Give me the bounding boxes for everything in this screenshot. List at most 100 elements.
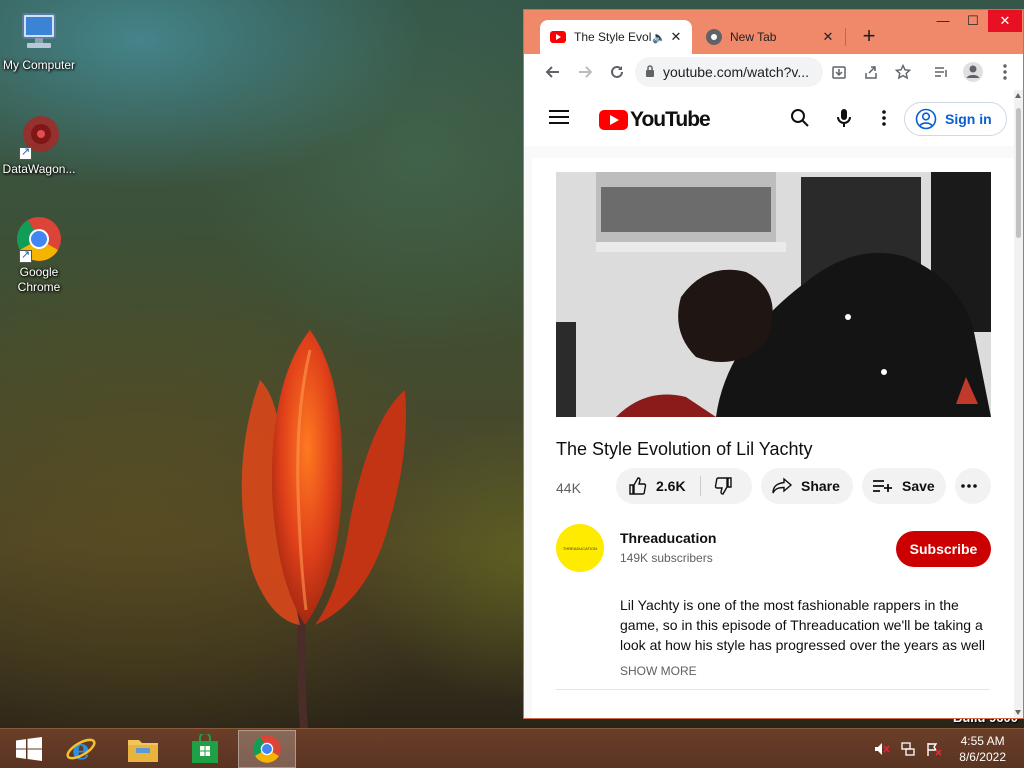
like-button[interactable]: 2.6K: [628, 476, 701, 496]
url-text: youtube.com/watch?v...: [663, 64, 810, 80]
account-icon: [915, 108, 937, 130]
forward-button[interactable]: [569, 56, 601, 88]
video-description: Lil Yachty is one of the most fashionabl…: [620, 597, 985, 653]
like-dislike-group: 2.6K: [616, 468, 752, 504]
save-button[interactable]: Save: [862, 468, 946, 504]
tab-title: New Tab: [730, 30, 777, 44]
internet-explorer-icon: e: [66, 733, 96, 765]
taskbar: e 4:55 AM 8/6/2022: [0, 728, 1024, 768]
desktop-icon-my-computer[interactable]: My Computer: [0, 8, 81, 73]
audio-playing-icon[interactable]: 🔈: [652, 31, 668, 44]
system-tray: 4:55 AM 8/6/2022: [871, 729, 1024, 768]
tab-youtube[interactable]: The Style Evolution of Lil Yachty 🔈 ✕: [540, 20, 692, 54]
file-explorer-icon: [128, 740, 158, 762]
subscriber-count: 149K subscribers: [620, 551, 713, 565]
scroll-down-arrow-icon[interactable]: [1015, 710, 1021, 715]
shortcut-arrow-icon: [19, 145, 32, 160]
youtube-header: YouTube Sign in: [524, 90, 1014, 146]
video-player[interactable]: [556, 172, 991, 417]
taskbar-chrome[interactable]: [238, 730, 296, 768]
youtube-logo-text: YouTube: [630, 108, 711, 131]
youtube-logo[interactable]: YouTube: [599, 108, 711, 132]
svg-text:e: e: [72, 733, 90, 765]
taskbar-store[interactable]: [176, 730, 234, 768]
watch-content: The Style Evolution of Lil Yachty 44K 2.…: [532, 158, 1014, 718]
scroll-up-arrow-icon[interactable]: [1015, 93, 1021, 98]
clock-date: 8/6/2022: [959, 750, 1006, 764]
taskbar-file-explorer[interactable]: [114, 730, 172, 768]
address-bar[interactable]: youtube.com/watch?v...: [635, 57, 823, 87]
video-title: The Style Evolution of Lil Yachty: [556, 439, 813, 459]
close-tab-icon[interactable]: ✕: [820, 29, 836, 45]
profile-avatar-icon[interactable]: [957, 56, 989, 88]
minimize-button[interactable]: —: [928, 10, 958, 32]
sign-in-label: Sign in: [945, 111, 992, 127]
section-divider: [556, 689, 990, 690]
add-to-playlist-icon: [873, 480, 892, 492]
start-button[interactable]: [0, 730, 58, 768]
view-count: 44K: [556, 480, 581, 496]
desktop-icon-datawagon[interactable]: DataWagon...: [0, 112, 81, 177]
microphone-icon[interactable]: [832, 106, 856, 130]
more-options-icon[interactable]: [872, 106, 896, 130]
desktop-icon-label: DataWagon...: [2, 162, 76, 176]
share-page-icon[interactable]: [855, 56, 887, 88]
tab-new-tab[interactable]: New Tab ✕: [696, 20, 844, 54]
page-scrollbar[interactable]: [1014, 90, 1023, 718]
avatar-text: THREADUCATION: [562, 545, 598, 551]
share-arrow-icon: [772, 477, 793, 494]
chrome-menu-icon[interactable]: [989, 56, 1021, 88]
back-button[interactable]: [537, 56, 569, 88]
media-queue-icon[interactable]: [925, 56, 957, 88]
channel-name[interactable]: Threaducation: [620, 530, 716, 546]
tab-separator: [845, 28, 846, 46]
maximize-button[interactable]: ☐: [958, 10, 988, 32]
computer-icon: [15, 8, 63, 56]
close-tab-icon[interactable]: ✕: [668, 29, 684, 45]
chrome-window[interactable]: The Style Evolution of Lil Yachty 🔈 ✕ Ne…: [523, 9, 1024, 719]
share-label: Share: [801, 478, 840, 494]
share-button[interactable]: Share: [761, 468, 853, 504]
close-window-button[interactable]: ✕: [988, 10, 1022, 32]
thumbs-down-icon: [714, 477, 732, 495]
reload-button[interactable]: [601, 56, 633, 88]
network-icon[interactable]: [897, 738, 919, 760]
volume-muted-icon[interactable]: [871, 738, 893, 760]
bookmark-star-icon[interactable]: [887, 56, 919, 88]
store-icon: [192, 734, 218, 763]
more-horizontal-icon: [961, 484, 977, 488]
youtube-page: YouTube Sign in The Style Evolution of L…: [524, 90, 1023, 718]
channel-avatar[interactable]: THREADUCATION: [556, 524, 604, 572]
show-more-button[interactable]: SHOW MORE: [620, 664, 697, 678]
desktop-icon-google-chrome[interactable]: Google Chrome: [0, 215, 81, 295]
hamburger-menu-icon[interactable]: [549, 110, 569, 124]
search-icon[interactable]: [788, 106, 812, 130]
datawagon-icon: [15, 112, 63, 160]
like-count: 2.6K: [656, 478, 686, 494]
scrollbar-thumb[interactable]: [1016, 108, 1021, 238]
chrome-favicon-icon: [706, 29, 722, 45]
taskbar-internet-explorer[interactable]: e: [52, 730, 110, 768]
chrome-icon: [253, 735, 281, 763]
more-actions-button[interactable]: [955, 468, 991, 504]
video-frame-image: [556, 172, 991, 417]
taskbar-clock[interactable]: 4:55 AM 8/6/2022: [949, 733, 1024, 765]
shortcut-arrow-icon: [19, 248, 32, 263]
new-tab-button[interactable]: +: [857, 25, 881, 49]
start-icon: [16, 737, 42, 761]
subscribe-button[interactable]: Subscribe: [896, 531, 991, 567]
action-center-flag-icon[interactable]: [923, 738, 945, 760]
youtube-favicon-icon: [550, 31, 566, 43]
dislike-button[interactable]: [701, 476, 741, 496]
tab-strip: The Style Evolution of Lil Yachty 🔈 ✕ Ne…: [524, 10, 1023, 54]
save-label: Save: [902, 478, 935, 494]
tab-title: The Style Evolution of Lil Yachty: [574, 30, 652, 44]
chrome-icon: [15, 215, 63, 263]
sign-in-button[interactable]: Sign in: [904, 102, 1007, 136]
desktop-icon-label: Google Chrome: [17, 265, 61, 294]
browser-toolbar: youtube.com/watch?v...: [524, 54, 1023, 90]
lock-icon[interactable]: [645, 64, 655, 80]
install-app-icon[interactable]: [823, 56, 855, 88]
youtube-play-logo-icon: [599, 110, 628, 130]
thumbs-up-icon: [629, 477, 647, 495]
